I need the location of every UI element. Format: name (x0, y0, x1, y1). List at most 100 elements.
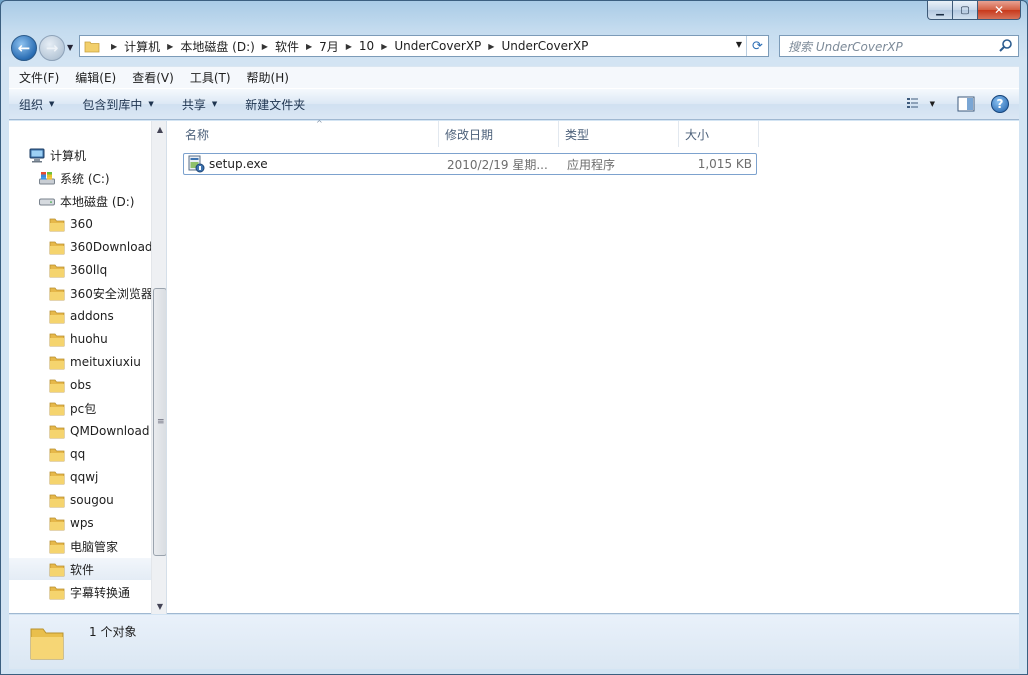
folder-icon (49, 540, 65, 553)
tree-item-drive-c[interactable]: 系统 (C:) (39, 167, 110, 189)
breadcrumb-item[interactable]: 10 (359, 39, 374, 53)
minimize-icon: ▁ (936, 4, 944, 16)
menu-bar: 文件(F) 编辑(E) 查看(V) 工具(T) 帮助(H) (9, 66, 1019, 88)
breadcrumb-arrow-icon[interactable]: ▶ (488, 42, 494, 51)
command-bar: 组织 ▼ 包含到库中 ▼ 共享 ▼ 新建文件夹 ▼ ? (9, 88, 1019, 120)
tree-item-folder[interactable]: huohu (49, 328, 108, 350)
column-header-label: 大小 (685, 127, 710, 142)
nav-scrollbar[interactable]: ▲ ≡ ▼ (151, 121, 166, 614)
breadcrumb-arrow-icon[interactable]: ▶ (346, 42, 352, 51)
explorer-window: ▁ ▢ ✕ ← → ▼ ▶ 计算机 ▶ 本地磁盘 (D:) ▶ 软件 ▶ 7月 ▶ 10 ▶ Unde… (0, 0, 1028, 675)
tree-item-folder[interactable]: 软件 (9, 558, 151, 580)
installer-icon (188, 155, 205, 173)
folder-icon (49, 448, 65, 461)
tree-item-folder[interactable]: qqwj (49, 466, 98, 488)
refresh-button[interactable]: ⟳ (746, 36, 768, 56)
tree-item-label: qq (70, 447, 86, 461)
tree-item-folder[interactable]: 360llq (49, 259, 107, 281)
menu-item[interactable]: 帮助(H) (239, 69, 297, 86)
tree-item-label: 360Download (70, 240, 153, 254)
breadcrumb-item[interactable]: UnderCoverXP (394, 39, 481, 53)
file-size: 1,015 KB (697, 157, 752, 171)
breadcrumb: ▶ 计算机 ▶ 本地磁盘 (D:) ▶ 软件 ▶ 7月 ▶ 10 ▶ UnderCoverXP ▶ Und… (104, 38, 588, 55)
preview-pane-icon (957, 96, 975, 112)
organize-button[interactable]: 组织 ▼ (9, 96, 64, 113)
tree-item-folder[interactable]: sougou (49, 489, 114, 511)
scroll-down-icon[interactable]: ▼ (152, 598, 166, 614)
file-name: setup.exe (209, 157, 268, 171)
minimize-button[interactable]: ▁ (927, 1, 953, 20)
file-type: 应用程序 (567, 157, 616, 172)
scroll-up-icon[interactable]: ▲ (152, 121, 166, 137)
folder-icon (30, 628, 64, 660)
preview-pane-button[interactable] (957, 96, 975, 112)
help-button[interactable]: ? (991, 95, 1009, 113)
breadcrumb-arrow-icon[interactable]: ▶ (381, 42, 387, 51)
tree-item-label: 360llq (70, 263, 108, 277)
breadcrumb-item[interactable]: 软件 (275, 38, 299, 55)
tree-item-folder[interactable]: 360安全浏览器 (49, 282, 153, 304)
tree-item-folder[interactable]: addons (49, 305, 114, 327)
tree-item-folder[interactable]: wps (49, 512, 94, 534)
tree-item-folder[interactable]: qq (49, 443, 85, 465)
back-button[interactable]: ← (11, 35, 37, 61)
column-header-type[interactable]: 类型 (559, 121, 679, 147)
tree-item-folder[interactable]: obs (49, 374, 91, 396)
column-header-size[interactable]: 大小 (679, 121, 759, 147)
breadcrumb-item[interactable]: 7月 (319, 38, 339, 55)
address-bar[interactable]: ▶ 计算机 ▶ 本地磁盘 (D:) ▶ 软件 ▶ 7月 ▶ 10 ▶ UnderCoverXP ▶ Und… (79, 35, 769, 57)
address-history-dropdown[interactable]: ▼ (736, 40, 742, 49)
view-controls: ▼ ? (906, 95, 1009, 113)
chevron-down-icon: ▼ (148, 100, 154, 108)
include-in-library-button[interactable]: 包含到库中 ▼ (72, 96, 163, 113)
menu-item[interactable]: 编辑(E) (67, 69, 124, 86)
folder-icon (49, 494, 65, 507)
tree-item-computer[interactable]: 计算机 (29, 144, 86, 166)
item-count: 1 个对象 (89, 625, 137, 639)
breadcrumb-arrow-icon[interactable]: ▶ (262, 42, 268, 51)
tree-item-label: pc包 (70, 401, 97, 416)
back-arrow-icon: ← (17, 39, 31, 57)
share-button[interactable]: 共享 ▼ (172, 96, 227, 113)
recent-pages-dropdown[interactable]: ▼ (67, 43, 73, 52)
tree-item-folder[interactable]: meituxiuxiu (49, 351, 141, 373)
forward-button[interactable]: → (39, 35, 65, 61)
menu-item[interactable]: 查看(V) (124, 69, 182, 86)
content-area: 计算机 系统 (C:) 本地磁盘 (D:) 360 360Download 360l… (9, 119, 1019, 614)
search-input[interactable]: 搜索 UnderCoverXP (779, 35, 1019, 57)
include-in-library-label: 包含到库中 (82, 97, 143, 112)
column-header-name[interactable]: 名称 (179, 121, 439, 147)
tree-item-folder[interactable]: 电脑管家 (49, 535, 118, 557)
menu-item[interactable]: 工具(T) (182, 69, 239, 86)
breadcrumb-item[interactable]: UnderCoverXP (501, 39, 588, 53)
breadcrumb-arrow-icon[interactable]: ▶ (111, 42, 117, 51)
new-folder-button[interactable]: 新建文件夹 (235, 96, 315, 113)
caption-buttons: ▁ ▢ ✕ (927, 1, 1021, 20)
tree-item-folder[interactable]: QMDownload (49, 420, 149, 442)
breadcrumb-item[interactable]: 本地磁盘 (D:) (180, 38, 254, 55)
maximize-button[interactable]: ▢ (953, 1, 978, 20)
column-header-date[interactable]: 修改日期 (439, 121, 559, 147)
tree-item-folder[interactable]: 字幕转换通 (49, 581, 130, 603)
change-view-button[interactable]: ▼ (906, 97, 935, 111)
folder-icon (49, 241, 65, 254)
tree-item-label: obs (70, 378, 92, 392)
folder-icon (49, 356, 65, 369)
tree-item-folder[interactable]: 360Download (49, 236, 153, 258)
breadcrumb-arrow-icon[interactable]: ▶ (167, 42, 173, 51)
scroll-thumb[interactable]: ≡ (153, 288, 166, 556)
search-icon[interactable] (998, 38, 1014, 54)
file-row[interactable]: setup.exe 2010/2/19 星期... 应用程序 1,015 KB (183, 153, 757, 175)
tree-item-label: wps (70, 516, 94, 530)
close-button[interactable]: ✕ (978, 1, 1021, 20)
folder-icon (49, 218, 65, 231)
tree-item-folder[interactable]: pc包 (49, 397, 96, 419)
tree-item-label: 软件 (70, 562, 95, 577)
sort-ascending-icon: ^ (316, 119, 323, 128)
tree-item-drive-d[interactable]: 本地磁盘 (D:) (39, 190, 134, 212)
menu-item[interactable]: 文件(F) (11, 69, 67, 86)
tree-item-folder[interactable]: 360 (49, 213, 93, 235)
tree-item-label: 本地磁盘 (D:) (60, 194, 135, 209)
breadcrumb-arrow-icon[interactable]: ▶ (306, 42, 312, 51)
breadcrumb-item[interactable]: 计算机 (124, 38, 160, 55)
